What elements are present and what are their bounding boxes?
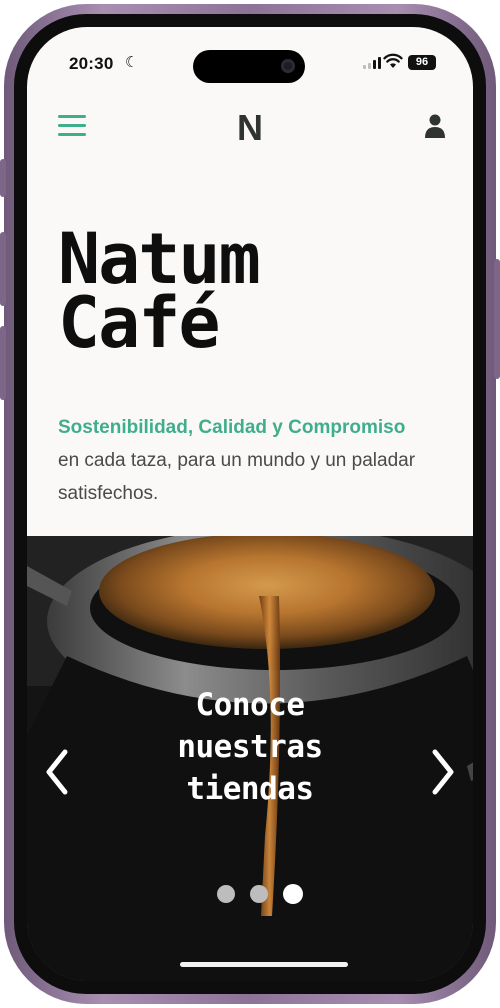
volume-down-button [0,326,6,400]
tagline-accent: Sostenibilidad, Calidad y Compromiso [58,417,406,438]
volume-up-button [0,232,6,306]
slide-heading-line: nuestras [177,729,323,765]
home-indicator[interactable] [180,962,348,967]
power-button [494,259,500,379]
status-bar: 20:30 ☾ 96 [27,27,473,91]
carousel-dot-2[interactable] [250,885,268,903]
top-nav: N [27,105,473,153]
slide-heading-line: Conoce [195,687,305,723]
phone-frame: 20:30 ☾ 96 N Natum Café Sostenibilidad, … [0,4,500,1004]
brand-logo[interactable]: N [27,107,473,149]
action-button [0,159,6,197]
hero-title-line: Café [58,282,221,364]
stores-carousel[interactable]: Conoce nuestras tiendas [27,536,473,981]
tagline-text: en cada taza, para un mundo y un paladar… [58,450,416,504]
status-time: 20:30 [69,54,114,73]
dynamic-island [193,50,305,83]
hero-tagline: Sostenibilidad, Calidad y Compromiso en … [58,411,468,510]
battery-indicator: 96 [408,55,436,70]
chevron-right-icon[interactable] [425,746,461,798]
moon-icon: ☾ [125,54,139,71]
screen: 20:30 ☾ 96 N Natum Café Sostenibilidad, … [27,27,473,981]
slide-heading-line: tiendas [186,771,314,807]
camera-icon [281,59,295,73]
slide-heading[interactable]: Conoce nuestras tiendas [27,684,473,810]
carousel-dot-3[interactable] [283,884,303,904]
carousel-dot-1[interactable] [217,885,235,903]
cellular-signal-icon [363,57,381,69]
phone-bezel: 20:30 ☾ 96 N Natum Café Sostenibilidad, … [14,14,486,994]
hero-title: Natum Café [58,224,261,364]
user-icon[interactable] [423,113,447,139]
carousel-pagination [47,884,473,904]
chevron-left-icon[interactable] [39,746,75,798]
wifi-icon [383,53,403,68]
